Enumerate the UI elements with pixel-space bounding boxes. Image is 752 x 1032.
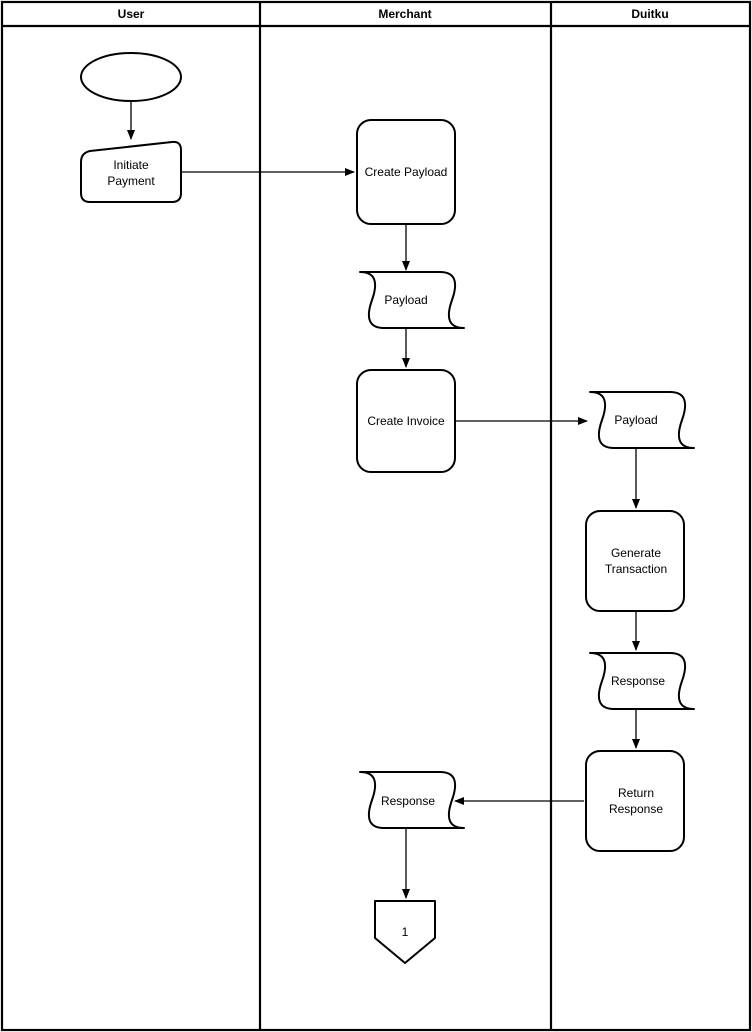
node-create-invoice[interactable]: Create Invoice — [356, 369, 456, 473]
initiate-payment-label-line2: Payment — [107, 174, 155, 188]
lane-header-duitku: Duitku — [631, 7, 668, 21]
swimlane-diagram-canvas: User Merchant Duitku Initiate Payment Cr… — [0, 0, 752, 1032]
payload-duitku-label: Payload — [614, 413, 657, 427]
node-create-payload[interactable]: Create Payload — [356, 119, 456, 225]
node-response-merchant[interactable]: Response — [359, 771, 465, 829]
lane-header-merchant: Merchant — [378, 7, 431, 21]
node-payload-merchant[interactable]: Payload — [359, 271, 465, 329]
response-duitku-label: Response — [611, 674, 665, 688]
generate-transaction-shape[interactable] — [585, 510, 685, 612]
lane-header-merchant-label: Merchant — [378, 7, 431, 21]
return-response-label-line2: Response — [609, 802, 663, 816]
node-return-response[interactable]: Return Response — [585, 750, 685, 852]
lane-header-user: User — [118, 7, 145, 21]
node-initiate-payment[interactable]: Initiate Payment — [80, 140, 182, 203]
node-response-duitku[interactable]: Response — [589, 652, 695, 710]
node-start[interactable] — [80, 52, 182, 102]
generate-transaction-label-line2: Transaction — [605, 562, 667, 576]
offpage-connector-1-label: 1 — [402, 925, 409, 939]
return-response-shape[interactable] — [585, 750, 685, 852]
node-generate-transaction[interactable]: Generate Transaction — [585, 510, 685, 612]
node-payload-duitku[interactable]: Payload — [589, 391, 695, 449]
lane-header-duitku-label: Duitku — [631, 7, 668, 21]
node-offpage-connector-1[interactable]: 1 — [374, 900, 436, 964]
create-invoice-label: Create Invoice — [367, 414, 445, 428]
generate-transaction-label-line1: Generate — [611, 546, 661, 560]
payload-merchant-label: Payload — [384, 293, 427, 307]
start-ellipse[interactable] — [80, 52, 182, 102]
return-response-label-line1: Return — [618, 786, 654, 800]
response-merchant-label: Response — [381, 794, 435, 808]
create-payload-label: Create Payload — [365, 165, 448, 179]
lane-header-user-label: User — [118, 7, 145, 21]
initiate-payment-label-line1: Initiate — [113, 158, 149, 172]
